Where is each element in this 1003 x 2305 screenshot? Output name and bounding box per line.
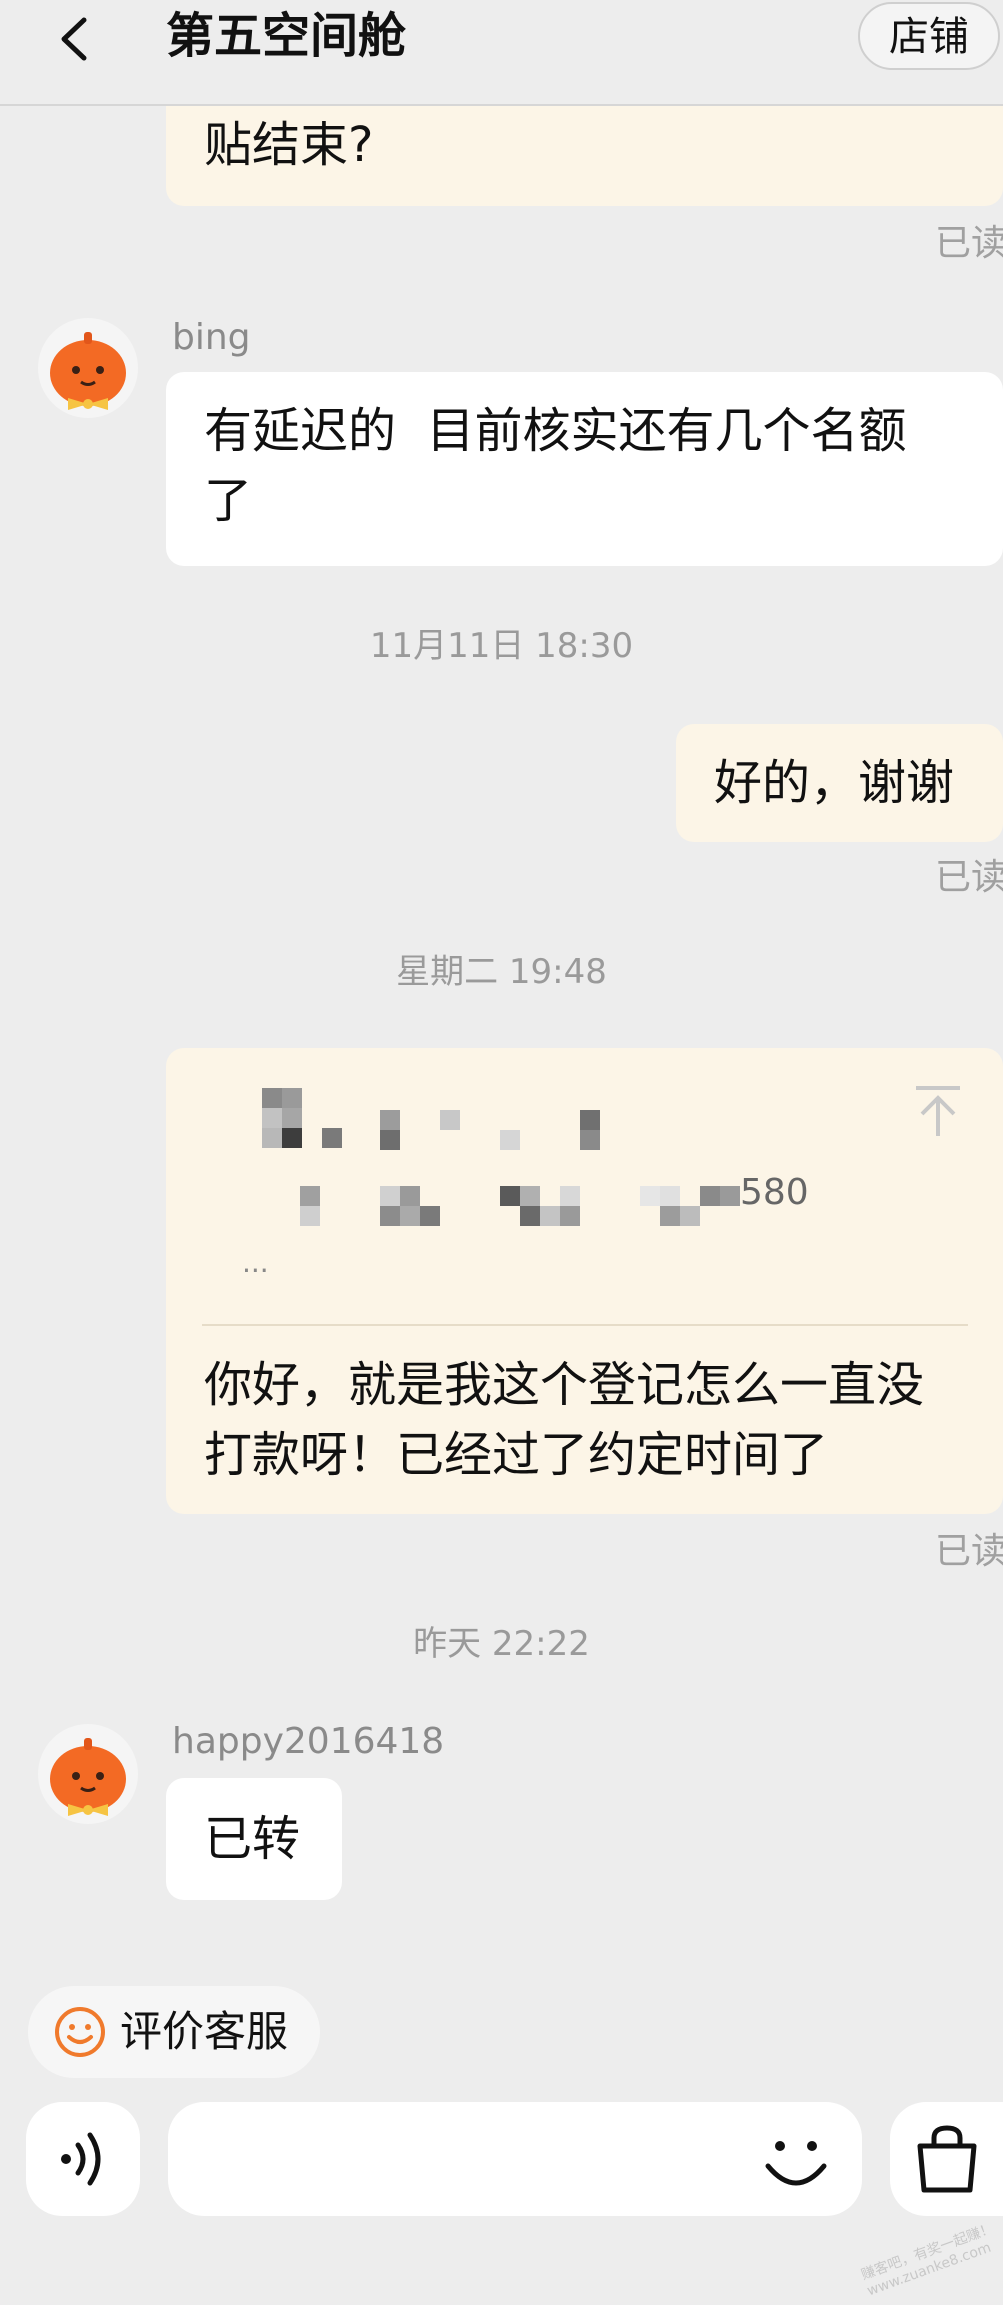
quoted-message[interactable]: 580 ...: [166, 1048, 1003, 1322]
pumpkin-avatar-icon: [50, 1738, 126, 1816]
message-text: 好的，谢谢: [714, 755, 955, 811]
read-status: 已读: [934, 1531, 1003, 1572]
timestamp: 11月11日 18:30: [369, 626, 634, 666]
shop-bag-button[interactable]: [890, 2102, 1003, 2216]
chat-header: 第五空间舱 店铺: [0, 0, 1003, 106]
message-text-block: 你好，就是我这个登记怎么一直没 打款呀！已经过了约定时间了: [204, 1350, 924, 1490]
pixelated-content: [166, 1048, 1003, 1322]
avatar[interactable]: [38, 1724, 138, 1824]
quote-divider: [202, 1324, 968, 1326]
message-bubble-theirs[interactable]: 有延迟的 目前核实还有几个名额 了: [166, 372, 1003, 566]
message-bubble-theirs[interactable]: 已转: [166, 1778, 342, 1900]
evaluate-service-button[interactable]: 评价客服: [28, 1986, 320, 2078]
chat-title: 第五空间舱: [166, 8, 407, 64]
scroll-to-top-icon[interactable]: [912, 1084, 964, 1140]
read-status: 已读: [934, 223, 1003, 264]
watermark: 赚客吧，有奖一起赚！ www.zuanke8.com: [859, 2220, 997, 2300]
timestamp: 星期二 19:48: [396, 952, 607, 992]
message-text: 已转: [204, 1811, 301, 1867]
voice-icon: [61, 2132, 101, 2186]
smiley-icon: [55, 2007, 105, 2057]
shop-button[interactable]: 店铺: [858, 2, 1000, 70]
back-arrow-icon[interactable]: [52, 14, 102, 64]
message-line: 有延迟的 目前核实还有几个名额: [204, 403, 907, 459]
pumpkin-avatar-icon: [50, 332, 126, 410]
evaluate-service-label: 评价客服: [120, 2007, 289, 2056]
avatar[interactable]: [38, 318, 138, 418]
message-bubble-mine[interactable]: 贴结束?: [166, 90, 1003, 206]
shopping-bag-icon: [917, 2125, 977, 2193]
sender-name: bing: [172, 317, 251, 358]
timestamp: 昨天 22:22: [413, 1624, 590, 1664]
input-bar: [0, 2100, 1003, 2220]
message-line: 了: [204, 473, 253, 529]
message-input[interactable]: [168, 2102, 862, 2216]
message-bubble-mine[interactable]: 好的，谢谢: [676, 724, 1003, 842]
read-status: 已读: [934, 857, 1003, 898]
voice-button[interactable]: [26, 2102, 140, 2216]
quoted-more: ...: [242, 1246, 269, 1279]
message-text: 贴结束?: [204, 117, 374, 173]
emoji-icon[interactable]: [764, 2138, 828, 2192]
message-line: 你好，就是我这个登记怎么一直没: [204, 1357, 925, 1413]
sender-name: happy2016418: [172, 1721, 445, 1762]
message-bubble-mine-with-quote[interactable]: 580 ... 你好，就是我这个登记怎么一直没 打款呀！已经过了约定时间了: [166, 1048, 1003, 1514]
quoted-number: 580: [740, 1172, 809, 1213]
message-line: 打款呀！已经过了约定时间了: [204, 1427, 829, 1483]
